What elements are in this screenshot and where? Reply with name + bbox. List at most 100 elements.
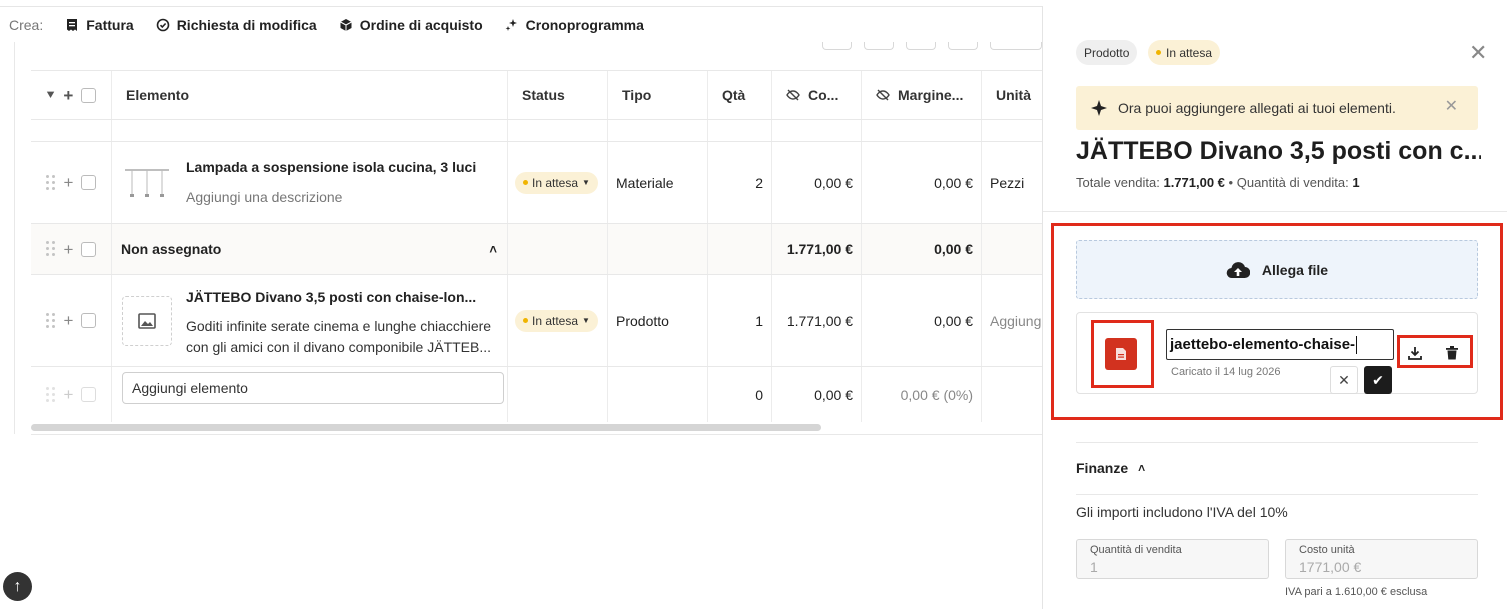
- row-name-cell: [111, 120, 507, 141]
- table-row[interactable]: + Lampada a sospensione isola cucina, 3 …: [31, 142, 1042, 224]
- purchase-order-icon: [339, 18, 352, 31]
- group-status-cell: [507, 224, 607, 274]
- sale-quantity-field[interactable]: Quantità di vendita 1: [1076, 539, 1269, 579]
- header-costo[interactable]: Co...: [771, 71, 861, 119]
- status-tag[interactable]: In attesa: [1148, 40, 1221, 65]
- sale-quantity-label: Quantità di vendita: [1090, 544, 1182, 556]
- row-cost-cell[interactable]: 1.771,00 €: [771, 275, 861, 366]
- status-pill[interactable]: In attesa ▼: [515, 171, 598, 194]
- add-item-input[interactable]: Aggiungi elemento: [122, 372, 504, 404]
- item-name[interactable]: JÄTTEBO Divano 3,5 posti con chaise-lon.…: [186, 289, 476, 305]
- row-unit-cell: [981, 120, 1042, 141]
- row-unit-cell[interactable]: Aggiung: [981, 275, 1042, 366]
- item-description-line1[interactable]: Goditi infinite serate cinema e lunghe c…: [186, 316, 491, 337]
- group-cost-cell: 1.771,00 €: [771, 224, 861, 274]
- unit-cost-vat-note: IVA pari a 1.610,00 € esclusa: [1285, 586, 1428, 598]
- drag-handle-icon[interactable]: [45, 312, 56, 329]
- row-status-cell[interactable]: In attesa ▼: [507, 275, 607, 366]
- chevron-up-icon[interactable]: ˄: [489, 242, 497, 257]
- pager-button[interactable]: [864, 42, 894, 50]
- scrollbar-thumb[interactable]: [31, 424, 821, 431]
- header-tipo[interactable]: Tipo: [607, 71, 707, 119]
- create-change-request-label: Richiesta di modifica: [176, 16, 317, 33]
- header-unita[interactable]: Unità: [981, 71, 1042, 119]
- group-unit-cell: [981, 224, 1042, 274]
- pager-button[interactable]: [906, 42, 936, 50]
- row-margin-cell[interactable]: 0,00 €: [861, 275, 981, 366]
- row-unit-cell[interactable]: Pezzi: [981, 142, 1042, 223]
- finanze-title: Finanze: [1076, 460, 1129, 476]
- row-name-cell[interactable]: Lampada a sospensione isola cucina, 3 lu…: [111, 142, 507, 223]
- group-checkbox[interactable]: [81, 241, 97, 257]
- header-status[interactable]: Status: [507, 71, 607, 119]
- item-detail-panel: Prodotto In attesa ✕ Ora puoi aggiungere…: [1042, 6, 1507, 609]
- change-request-icon: [156, 18, 169, 31]
- row-checkbox[interactable]: [81, 175, 97, 190]
- row-qty-cell[interactable]: 1: [707, 275, 771, 366]
- pendant-lamp-image: [125, 169, 169, 197]
- item-description-line2[interactable]: con gli amici con il divano componibile …: [186, 337, 491, 358]
- row-cost-cell[interactable]: 0,00 €: [771, 142, 861, 223]
- add-cost-cell: 0,00 €: [771, 367, 861, 422]
- finanze-section-toggle[interactable]: Finanze ˄: [1076, 460, 1145, 476]
- create-label: Crea:: [9, 16, 44, 33]
- status-label: In attesa: [532, 313, 579, 328]
- header-elemento[interactable]: Elemento: [111, 71, 507, 119]
- pager-button[interactable]: [948, 42, 978, 50]
- scroll-to-top-button[interactable]: ↑: [3, 572, 32, 601]
- add-icon[interactable]: +: [64, 241, 74, 258]
- create-purchase-order-button[interactable]: Ordine di acquisto: [339, 17, 483, 33]
- select-all-checkbox[interactable]: [81, 87, 97, 103]
- chevron-down-icon: ▼: [582, 178, 590, 187]
- item-description[interactable]: Aggiungi una descrizione: [186, 187, 342, 208]
- row-controls: +: [31, 142, 111, 223]
- left-border: [14, 42, 15, 434]
- header-margine-label: Margine...: [898, 87, 964, 103]
- group-row[interactable]: + Non assegnato ˄ 1.771,00 € 0,00 €: [31, 224, 1042, 275]
- row-controls: +: [31, 367, 111, 422]
- close-notice-icon[interactable]: ✕: [1445, 96, 1458, 116]
- chevron-down-icon: ▼: [582, 316, 590, 325]
- header-margine[interactable]: Margine...: [861, 71, 981, 119]
- row-controls: +: [31, 275, 111, 366]
- add-status-cell: [507, 367, 607, 422]
- row-controls: [31, 120, 111, 141]
- image-placeholder[interactable]: [122, 296, 172, 346]
- create-toolbar: Crea: Fattura Richiesta di modifica Ordi…: [0, 6, 1042, 42]
- pager-button[interactable]: [822, 42, 852, 50]
- row-name-cell[interactable]: JÄTTEBO Divano 3,5 posti con chaise-lon.…: [111, 275, 507, 366]
- add-qty-cell: 0: [707, 367, 771, 422]
- add-icon[interactable]: +: [64, 174, 74, 191]
- create-invoice-button[interactable]: Fattura: [65, 16, 134, 33]
- add-icon[interactable]: +: [63, 87, 73, 104]
- sparkle-icon: [1091, 100, 1107, 116]
- highlight-file-actions: [1397, 335, 1473, 368]
- panel-divider: [1043, 211, 1507, 212]
- create-schedule-button[interactable]: Cronoprogramma: [505, 17, 644, 33]
- create-invoice-label: Fattura: [86, 16, 134, 33]
- unit-cost-field[interactable]: Costo unità 1771,00 €: [1285, 539, 1478, 579]
- type-tag-label: Prodotto: [1084, 45, 1130, 60]
- header-qta[interactable]: Qtà: [707, 71, 771, 119]
- row-type-cell[interactable]: Materiale: [607, 142, 707, 223]
- drag-handle-icon[interactable]: [45, 174, 56, 191]
- drag-handle-icon: [45, 386, 56, 403]
- status-pill[interactable]: In attesa ▼: [515, 309, 598, 332]
- horizontal-scrollbar[interactable]: [31, 424, 1042, 431]
- group-name-cell[interactable]: Non assegnato ˄: [111, 224, 507, 274]
- row-type-cell[interactable]: Prodotto: [607, 275, 707, 366]
- close-panel-icon[interactable]: ✕: [1469, 40, 1487, 66]
- pager-button[interactable]: [990, 42, 1042, 50]
- row-checkbox[interactable]: [81, 313, 97, 328]
- collapse-all-icon[interactable]: ⯆: [46, 88, 56, 103]
- table-row[interactable]: + JÄTTEBO Divano 3,5 posti con chaise-lo…: [31, 275, 1042, 367]
- unit-cost-label: Costo unità: [1299, 544, 1355, 556]
- row-qty-cell[interactable]: 2: [707, 142, 771, 223]
- item-name[interactable]: Lampada a sospensione isola cucina, 3 lu…: [186, 159, 476, 175]
- create-change-request-button[interactable]: Richiesta di modifica: [156, 17, 317, 33]
- row-status-cell[interactable]: In attesa ▼: [507, 142, 607, 223]
- add-icon[interactable]: +: [64, 312, 74, 329]
- drag-handle-icon[interactable]: [45, 241, 56, 257]
- add-item-row: + Aggiungi elemento 0 0,00 € 0,00 € (0%): [31, 367, 1042, 422]
- row-margin-cell[interactable]: 0,00 €: [861, 142, 981, 223]
